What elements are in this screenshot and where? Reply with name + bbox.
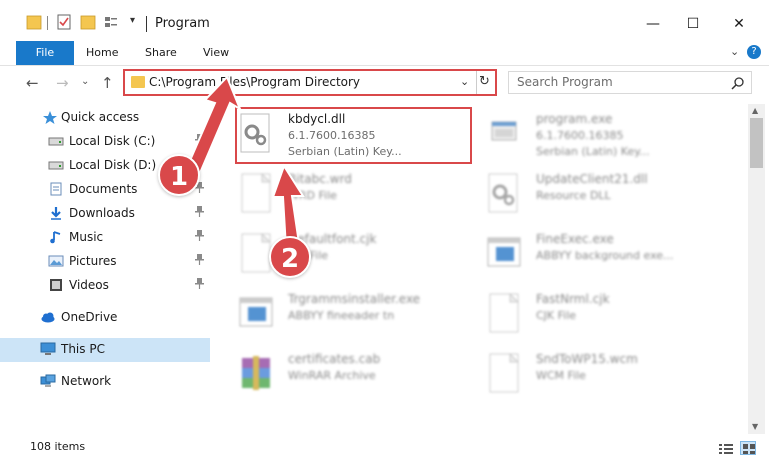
step-1-badge: 1: [158, 154, 200, 196]
step-2-badge: 2: [269, 236, 311, 278]
annotation-arrows: [183, 75, 305, 252]
